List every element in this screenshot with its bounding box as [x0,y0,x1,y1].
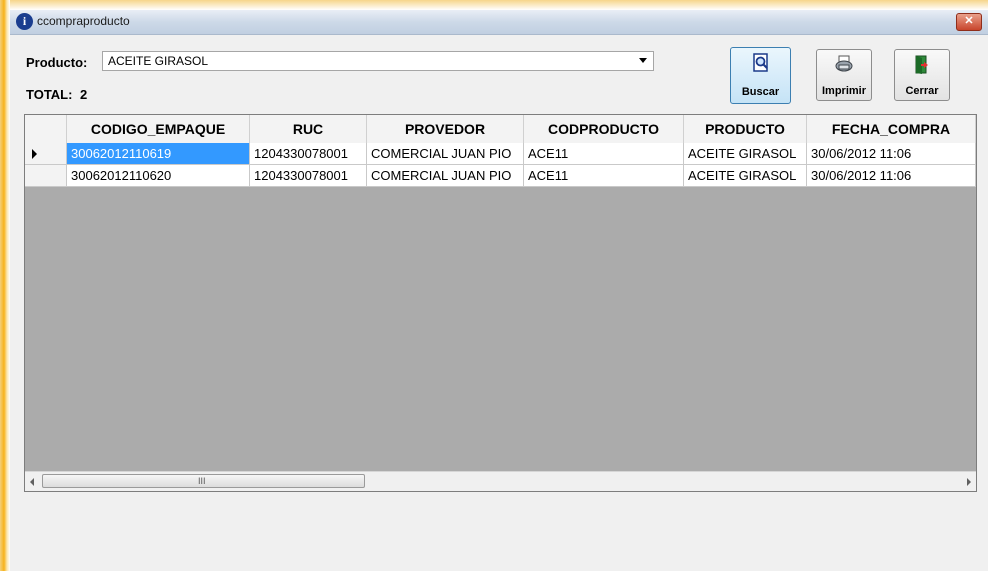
printer-icon [817,55,871,78]
cell-codproducto[interactable]: ACE11 [524,143,684,165]
cerrar-button-label: Cerrar [905,85,939,97]
scrollbar-grip: III [198,476,206,486]
magnifier-document-icon [731,53,790,78]
column-header-codproducto[interactable]: CODPRODUCTO [524,115,684,143]
grid-header: CODIGO_EMPAQUE RUC PROVEDOR CODPRODUCTO … [25,115,976,144]
cerrar-button[interactable]: Cerrar [894,49,950,101]
column-header-provedor[interactable]: PROVEDOR [367,115,524,143]
table-row[interactable]: 30062012110619 1204330078001 COMERCIAL J… [25,143,976,165]
horizontal-scrollbar[interactable]: III [25,471,976,491]
form-client-area: Producto: ACEITE GIRASOL TOTAL: 2 Buscar… [10,35,988,571]
scroll-left-arrow-icon[interactable] [30,478,34,486]
total-value: 2 [80,87,88,102]
data-grid[interactable]: CODIGO_EMPAQUE RUC PROVEDOR CODPRODUCTO … [24,114,977,492]
scroll-right-arrow-icon[interactable] [967,478,971,486]
current-row-pointer-icon [32,149,37,159]
table-row[interactable]: 30062012110620 1204330078001 COMERCIAL J… [25,165,976,187]
producto-label: Producto: [26,55,88,70]
cell-codproducto[interactable]: ACE11 [524,165,684,187]
cell-codigo-empaque[interactable]: 30062012110620 [67,165,250,187]
close-button[interactable]: ✕ [956,13,982,31]
producto-combobox-value: ACEITE GIRASOL [108,54,209,68]
close-icon: ✕ [964,15,974,27]
window-frame-top [10,0,988,10]
cell-codigo-empaque[interactable]: 30062012110619 [67,143,250,165]
cell-ruc[interactable]: 1204330078001 [250,165,367,187]
cell-provedor[interactable]: COMERCIAL JUAN PIO [367,143,524,165]
cell-fecha-compra[interactable]: 30/06/2012 11:06 [807,165,976,187]
info-icon: i [16,13,33,30]
column-header-codigo-empaque[interactable]: CODIGO_EMPAQUE [67,115,250,143]
column-header-ruc[interactable]: RUC [250,115,367,143]
exit-door-icon [895,55,949,80]
column-header-producto[interactable]: PRODUCTO [684,115,807,143]
buscar-button-label: Buscar [741,86,780,98]
cell-provedor[interactable]: COMERCIAL JUAN PIO [367,165,524,187]
imprimir-button-label: Imprimir [821,85,866,97]
scrollbar-thumb[interactable]: III [42,474,365,488]
row-header[interactable] [25,165,67,187]
row-header[interactable] [25,143,67,165]
total-label: TOTAL: [26,87,73,102]
chevron-down-icon[interactable] [639,58,647,63]
window-title: ccompraproducto [37,14,130,28]
cell-fecha-compra[interactable]: 30/06/2012 11:06 [807,143,976,165]
title-bar[interactable]: i ccompraproducto ✕ [10,10,988,35]
buscar-button[interactable]: Buscar [730,47,791,104]
imprimir-button[interactable]: Imprimir [816,49,872,101]
window-frame-left [0,0,10,571]
cell-producto[interactable]: ACEITE GIRASOL [684,143,807,165]
grid-corner-header[interactable] [25,115,67,143]
column-header-fecha-compra[interactable]: FECHA_COMPRA [807,115,976,143]
producto-combobox[interactable]: ACEITE GIRASOL [102,51,654,71]
cell-producto[interactable]: ACEITE GIRASOL [684,165,807,187]
cell-ruc[interactable]: 1204330078001 [250,143,367,165]
